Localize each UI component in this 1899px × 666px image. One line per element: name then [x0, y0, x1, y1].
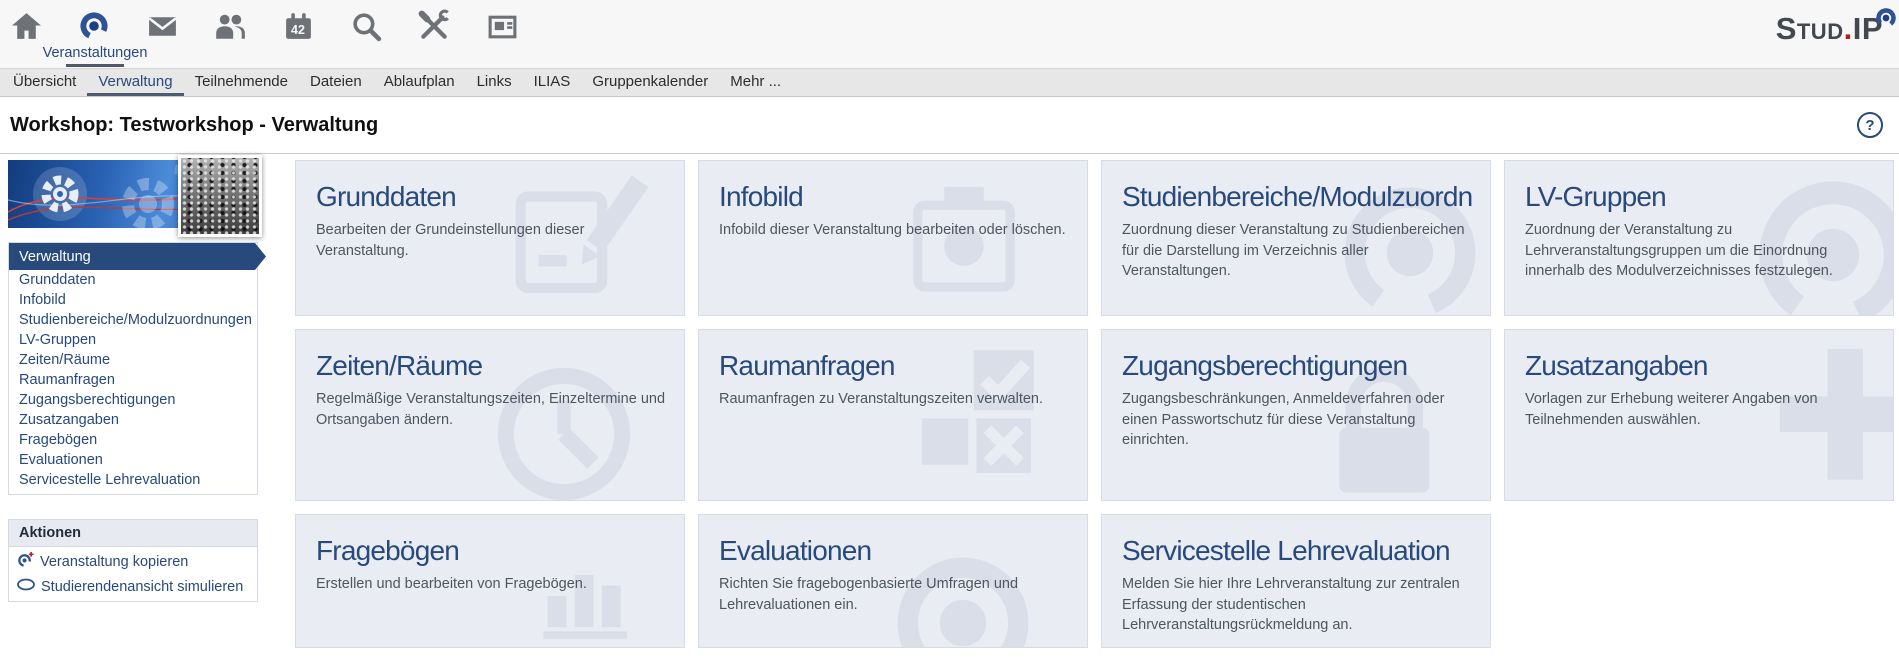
admin-tile-grid: Grunddaten Bearbeiten der Grundeinstellu…	[295, 160, 1894, 648]
sidebar-item-infobild[interactable]: Infobild	[9, 290, 257, 310]
sidebar-item-grunddaten[interactable]: Grunddaten	[9, 270, 257, 290]
active-module-underline	[66, 64, 124, 67]
page-title: Workshop: Testworkshop - Verwaltung	[10, 114, 1857, 137]
action-copy-course[interactable]: Veranstaltung kopieren	[9, 547, 257, 574]
student-view-icon	[17, 578, 35, 595]
tab-dateien[interactable]: Dateien	[299, 69, 373, 96]
home-icon[interactable]	[8, 8, 44, 44]
active-module-label[interactable]: Veranstaltungen	[40, 45, 150, 61]
studip-logo[interactable]: Stud.IP	[1776, 13, 1883, 44]
course-banner-image	[8, 160, 258, 228]
courses-icon[interactable]	[76, 8, 112, 44]
action-student-view[interactable]: Studierendenansicht simulieren	[9, 574, 257, 601]
tab-teilnehmende[interactable]: Teilnehmende	[184, 69, 299, 96]
tab-links[interactable]: Links	[466, 69, 523, 96]
tile-infobild[interactable]: Infobild Infobild dieser Veranstaltung b…	[698, 160, 1088, 316]
lecture-hall-photo	[178, 155, 262, 237]
actions-box: Aktionen Veranstaltung kopieren Studiere…	[8, 519, 258, 602]
tab-verwaltung[interactable]: Verwaltung	[87, 69, 183, 96]
titlebar: Workshop: Testworkshop - Verwaltung ?	[0, 97, 1899, 154]
logo-swirl-icon	[1874, 4, 1898, 35]
tile-servicestelle[interactable]: Servicestelle Lehrevaluation Melden Sie …	[1101, 514, 1491, 648]
tile-studienbereiche[interactable]: Studienbereiche/Modulzuordnungen Zuordnu…	[1101, 160, 1491, 316]
topbar: 42 Veranstaltungen Stud.IP	[0, 0, 1899, 68]
copy-course-icon	[17, 551, 34, 572]
sidebar-nav: Verwaltung Grunddaten Infobild Studienbe…	[8, 242, 258, 495]
schedule-icon[interactable]: 42	[280, 8, 316, 44]
sidebar-item-frageboegen[interactable]: Fragebögen	[9, 430, 257, 450]
sidebar-item-raumanfragen[interactable]: Raumanfragen	[9, 370, 257, 390]
tile-zugangsberechtigungen[interactable]: Zugangsberechtigungen Zugangsbeschränkun…	[1101, 329, 1491, 501]
sidebar-item-verwaltung[interactable]: Verwaltung	[9, 243, 266, 270]
tab-mehr[interactable]: Mehr ...	[719, 69, 792, 96]
tools-icon[interactable]	[416, 8, 452, 44]
help-icon[interactable]: ?	[1857, 112, 1883, 138]
sidebar-item-servicestelle[interactable]: Servicestelle Lehrevaluation	[9, 470, 257, 490]
actions-title: Aktionen	[9, 520, 257, 547]
messages-icon[interactable]	[144, 8, 180, 44]
topbar-icon-strip: 42	[0, 0, 1899, 44]
tab-ilias[interactable]: ILIAS	[523, 69, 582, 96]
community-icon[interactable]	[212, 8, 248, 44]
tab-gruppenkalender[interactable]: Gruppenkalender	[581, 69, 719, 96]
tile-raumanfragen[interactable]: Raumanfragen Raumanfragen zu Veranstaltu…	[698, 329, 1088, 501]
tab-ablaufplan[interactable]: Ablaufplan	[373, 69, 466, 96]
sidebar-item-zugangsberechtigungen[interactable]: Zugangsberechtigungen	[9, 390, 257, 410]
tile-lv-gruppen[interactable]: LV-Gruppen Zuordnung der Veranstaltung z…	[1504, 160, 1894, 316]
content-area: Verwaltung Grunddaten Infobild Studienbe…	[0, 154, 1899, 666]
search-icon[interactable]	[348, 8, 384, 44]
sidebar-item-studienbereiche[interactable]: Studienbereiche/Modulzuordnungen	[9, 310, 257, 330]
tile-frageboegen[interactable]: Fragebögen Erstellen und bearbeiten von …	[295, 514, 685, 648]
bulletin-board-icon[interactable]	[484, 8, 520, 44]
sidebar-item-evaluationen[interactable]: Evaluationen	[9, 450, 257, 470]
sidebar-item-zeiten-raeume[interactable]: Zeiten/Räume	[9, 350, 257, 370]
course-tabbar: Übersicht Verwaltung Teilnehmende Dateie…	[0, 68, 1899, 97]
sidebar-item-zusatzangaben[interactable]: Zusatzangaben	[9, 410, 257, 430]
tab-uebersicht[interactable]: Übersicht	[2, 69, 87, 96]
tile-evaluationen[interactable]: Evaluationen Richten Sie fragebogenbasie…	[698, 514, 1088, 648]
sidebar: Verwaltung Grunddaten Infobild Studienbe…	[8, 160, 258, 602]
sidebar-item-lv-gruppen[interactable]: LV-Gruppen	[9, 330, 257, 350]
tile-zusatzangaben[interactable]: Zusatzangaben Vorlagen zur Erhebung weit…	[1504, 329, 1894, 501]
tile-grunddaten[interactable]: Grunddaten Bearbeiten der Grundeinstellu…	[295, 160, 685, 316]
tile-zeiten-raeume[interactable]: Zeiten/Räume Regelmäßige Veranstaltungsz…	[295, 329, 685, 501]
